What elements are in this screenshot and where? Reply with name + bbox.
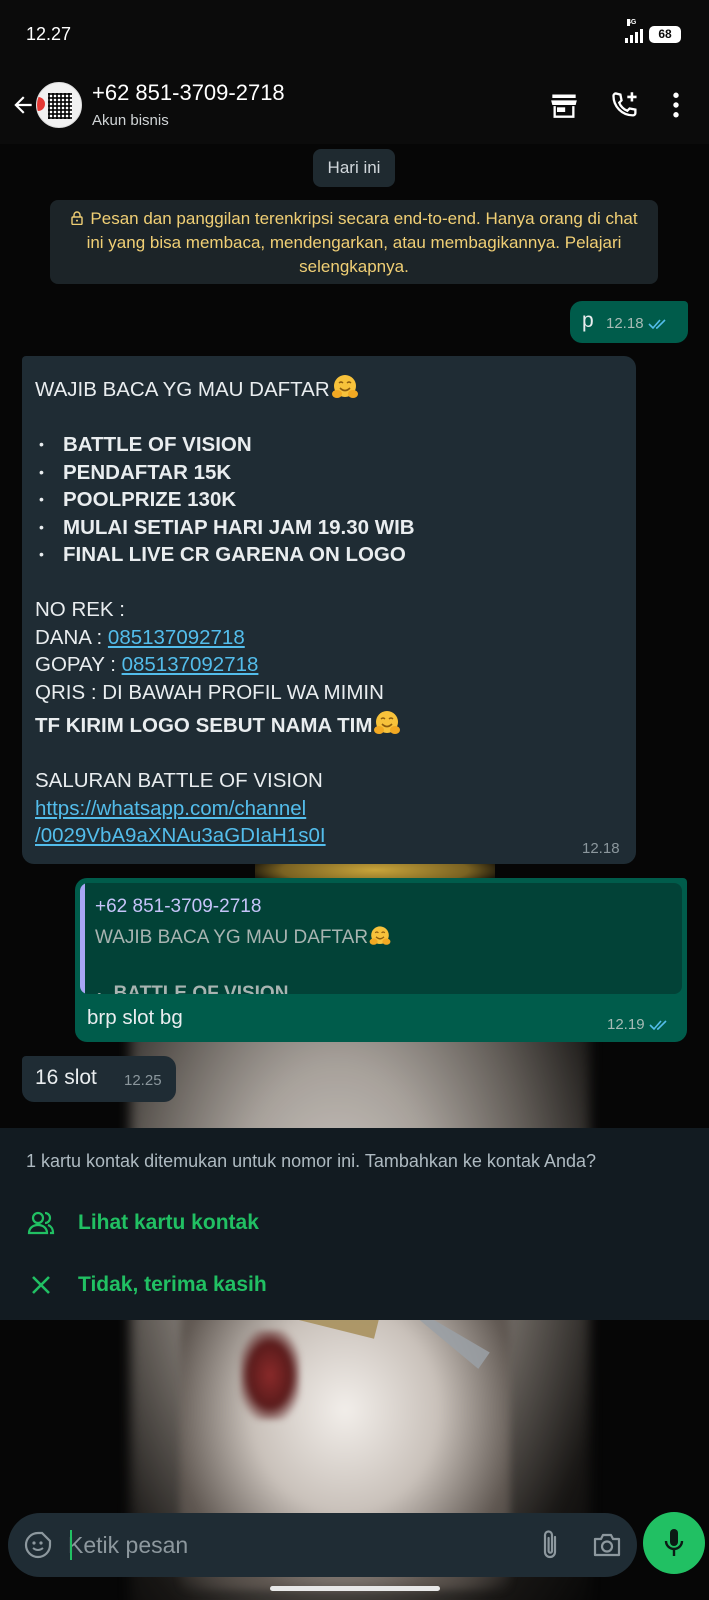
- message-meta: 12.18: [606, 315, 670, 332]
- message-bubble-incoming[interactable]: WAJIB BACA YG MAU DAFTAR BATTLE OF VISIO…: [22, 356, 636, 864]
- contact-prompt-text: 1 kartu kontak ditemukan untuk nomor ini…: [26, 1151, 597, 1171]
- message-bubble-incoming[interactable]: 16 slot 12.25: [22, 1056, 176, 1102]
- microphone-icon: [664, 1529, 684, 1556]
- quote-line: WAJIB BACA YG MAU DAFTAR: [95, 927, 369, 948]
- gopay-label: GOPAY :: [35, 653, 122, 676]
- message-text: brp slot bg: [87, 1006, 183, 1029]
- contact-name[interactable]: +62 851-3709-2718: [92, 80, 285, 106]
- message-time: 12.25: [124, 1072, 162, 1089]
- message-time: 12.18: [582, 840, 620, 857]
- channel-link[interactable]: /0029VbA9aXNAu3aGDIaH1s0I: [35, 824, 326, 847]
- more-vertical-icon[interactable]: [672, 92, 680, 118]
- message-time: 12.19: [607, 1016, 645, 1033]
- close-icon: [32, 1276, 50, 1294]
- quote-bullet-text: BATTLE OF VISION...: [113, 983, 305, 994]
- heading-text: WAJIB BACA YG MAU DAFTAR: [35, 378, 330, 401]
- message-bubble-outgoing[interactable]: +62 851-3709-2718 WAJIB BACA YG MAU DAFT…: [75, 878, 687, 1042]
- sticker-emoji-icon[interactable]: [24, 1531, 52, 1559]
- navigation-handle[interactable]: [270, 1586, 440, 1591]
- hugging-face-emoji-icon: [331, 375, 358, 398]
- quote-bar: [80, 883, 85, 994]
- read-ticks-icon: [647, 318, 666, 329]
- battery-icon: 68: [649, 26, 681, 43]
- quoted-message[interactable]: +62 851-3709-2718 WAJIB BACA YG MAU DAFT…: [80, 883, 682, 994]
- status-icons: 4G 68: [625, 18, 681, 43]
- message-time: 12.18: [606, 315, 644, 332]
- hugging-face-emoji-icon: [374, 711, 401, 734]
- encryption-notice[interactable]: Pesan dan panggilan terenkripsi secara e…: [50, 200, 658, 284]
- dana-line: DANA : 085137092718: [35, 624, 625, 652]
- message-composer: [8, 1513, 637, 1577]
- rek-label: NO REK :: [35, 598, 125, 621]
- dana-number-link[interactable]: 085137092718: [108, 626, 245, 649]
- quote-text: WAJIB BACA YG MAU DAFTAR •BATTLE OF VISI…: [95, 924, 392, 994]
- storefront-icon[interactable]: [550, 92, 578, 118]
- voice-message-button[interactable]: [643, 1512, 705, 1574]
- attach-paperclip-icon[interactable]: [540, 1529, 562, 1561]
- qr-code-icon: [48, 93, 72, 119]
- read-ticks-icon: [648, 1019, 667, 1030]
- message-text: 16 slot: [35, 1066, 97, 1089]
- channel-label: SALURAN BATTLE OF VISION: [35, 769, 323, 792]
- view-contact-card-label: Lihat kartu kontak: [78, 1211, 259, 1234]
- bullet-item: POOLPRIZE 130K: [35, 486, 625, 514]
- bullet-item: MULAI SETIAP HARI JAM 19.30 WIB: [35, 514, 625, 542]
- message-input[interactable]: [68, 1527, 508, 1563]
- quote-line: •BATTLE OF VISION...: [95, 980, 392, 994]
- message-meta: 12.25: [124, 1072, 162, 1089]
- bullet-item: PENDAFTAR 15K: [35, 459, 625, 487]
- quote-author: +62 851-3709-2718: [95, 896, 262, 917]
- wallpaper-shape: [240, 1330, 300, 1420]
- bullet-item: BATTLE OF VISION: [35, 431, 625, 459]
- qris-line: QRIS : DI BAWAH PROFIL WA MIMIN: [35, 680, 384, 704]
- network-type: 4G: [627, 18, 637, 26]
- channel-link[interactable]: https://whatsapp.com/channel: [35, 797, 306, 820]
- contact-card-prompt: 1 kartu kontak ditemukan untuk nomor ini…: [0, 1128, 709, 1320]
- gopay-number-link[interactable]: 085137092718: [122, 653, 259, 676]
- text-cursor: [70, 1530, 72, 1560]
- bullet-item: FINAL LIVE CR GARENA ON LOGO: [35, 541, 625, 569]
- status-bar: 12.27 4G 68: [0, 0, 709, 66]
- message-meta: 12.18: [582, 840, 620, 857]
- add-call-icon[interactable]: [610, 91, 640, 119]
- message-heading: WAJIB BACA YG MAU DAFTAR: [35, 372, 625, 404]
- date-chip: Hari ini: [313, 149, 395, 187]
- tf-line: TF KIRIM LOGO SEBUT NAMA TIM: [35, 708, 625, 740]
- signal-icon: 4G: [625, 18, 643, 43]
- avatar-mark: [37, 97, 45, 111]
- avatar[interactable]: [36, 82, 82, 128]
- lock-icon: [71, 211, 84, 225]
- dismiss-label: Tidak, terima kasih: [78, 1273, 267, 1296]
- contacts-icon: [27, 1211, 55, 1235]
- back-arrow-icon[interactable]: [10, 92, 36, 118]
- message-meta: 12.19: [607, 1016, 671, 1033]
- message-text: p: [582, 309, 594, 332]
- contact-subtitle[interactable]: Akun bisnis: [92, 112, 169, 129]
- dismiss-button[interactable]: Tidak, terima kasih: [26, 1268, 267, 1302]
- hugging-face-emoji-icon: [369, 926, 391, 945]
- message-body: WAJIB BACA YG MAU DAFTAR BATTLE OF VISIO…: [35, 372, 625, 850]
- dana-label: DANA :: [35, 625, 108, 649]
- encryption-notice-text: Pesan dan panggilan terenkripsi secara e…: [86, 209, 638, 276]
- message-bubble-outgoing[interactable]: p 12.18: [570, 301, 688, 343]
- gopay-line: GOPAY : 085137092718: [35, 651, 625, 679]
- chat-header: +62 851-3709-2718 Akun bisnis: [0, 66, 709, 144]
- status-time: 12.27: [26, 24, 72, 44]
- view-contact-card-button[interactable]: Lihat kartu kontak: [26, 1206, 259, 1240]
- camera-icon[interactable]: [592, 1531, 622, 1559]
- tf-text: TF KIRIM LOGO SEBUT NAMA TIM: [35, 714, 373, 737]
